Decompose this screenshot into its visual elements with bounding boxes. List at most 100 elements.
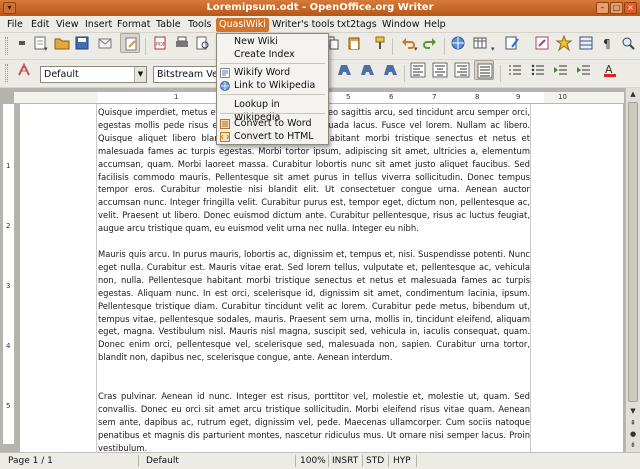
toolbar-grip[interactable] — [5, 64, 8, 82]
menu-item-create-index[interactable]: Create Index — [217, 48, 328, 61]
menu-item-link-to-wikipedia[interactable]: Link to Wikipedia — [217, 79, 328, 92]
decrease-indent-button[interactable] — [551, 60, 571, 80]
paste-button[interactable] — [344, 33, 364, 53]
underline-button[interactable] — [357, 60, 377, 80]
navigator-button[interactable] — [532, 33, 552, 53]
font-color-button[interactable]: A — [600, 60, 620, 80]
chevron-down-icon[interactable]: ▼ — [134, 67, 146, 82]
redo-button[interactable] — [420, 33, 440, 53]
zoom-level[interactable]: 100% — [300, 455, 326, 467]
ruler-number: 8 — [475, 93, 480, 101]
bullets-on-off-button[interactable] — [528, 60, 548, 80]
paragraph-style-value: Default — [44, 69, 79, 80]
window-title: Loremipsum.odt - OpenOffice.org Writer — [206, 2, 434, 13]
increase-indent-button[interactable] — [574, 60, 594, 80]
ruler-number: 10 — [558, 93, 567, 101]
font-name-select[interactable]: Bitstream Ve — [153, 66, 217, 83]
previous-page-icon[interactable]: ⇞ — [627, 418, 639, 429]
menu-txt2tags[interactable]: txt2tags — [334, 18, 380, 32]
scroll-thumb[interactable] — [628, 102, 638, 402]
shadow-button[interactable] — [380, 60, 400, 80]
insert-mode[interactable]: INSRT — [332, 455, 358, 467]
menu-item-new-wiki[interactable]: New Wiki — [217, 35, 328, 48]
print-button[interactable] — [172, 33, 192, 53]
menu-tools[interactable]: Tools — [185, 18, 214, 32]
menu-bar: File Edit View Insert Format Table Tools… — [0, 16, 640, 33]
justify-icon[interactable] — [474, 60, 494, 80]
align-center-icon[interactable] — [430, 60, 450, 80]
ruler-number: 2 — [6, 222, 11, 230]
scroll-down-icon[interactable]: ▼ — [627, 406, 639, 417]
menu-insert[interactable]: Insert — [82, 18, 115, 32]
toolbar-grip[interactable] — [5, 37, 8, 55]
menu-item-convert-to-html[interactable]: Convert to HTML — [217, 130, 328, 143]
table-button[interactable] — [470, 33, 490, 53]
vertical-ruler[interactable]: 1 2 3 4 5 — [3, 104, 14, 444]
menu-item-wikify-word[interactable]: Wikify Word — [217, 66, 328, 79]
gallery-button[interactable] — [554, 33, 574, 53]
html-icon — [220, 132, 230, 142]
zoom-button[interactable] — [618, 33, 638, 53]
menu-window[interactable]: Window — [379, 18, 422, 32]
ruler-number: 6 — [389, 93, 394, 101]
page-style[interactable]: Default — [146, 455, 179, 467]
align-right-icon[interactable] — [452, 60, 472, 80]
show-draw-functions-button[interactable] — [502, 33, 522, 53]
title-bar: ▾ Loremipsum.odt - OpenOffice.org Writer… — [0, 0, 640, 16]
document-paragraph[interactable]: Cras pulvinar. Aenean id nunc. Integer e… — [98, 390, 530, 452]
clone-formatting-button[interactable] — [370, 33, 390, 53]
document-page[interactable]: Quisque imperdiet, metus et cursus phare… — [20, 104, 623, 452]
ruler-number: 4 — [6, 342, 11, 350]
chevron-down-icon[interactable]: ▾ — [491, 45, 495, 53]
menu-help[interactable]: Help — [421, 18, 449, 32]
menu-item-convert-to-word[interactable]: Convert to Word — [217, 117, 328, 130]
ruler-number: 5 — [6, 402, 11, 410]
data-sources-button[interactable] — [576, 33, 596, 53]
minimize-button[interactable]: – — [596, 2, 609, 14]
word-icon — [220, 119, 230, 129]
ruler-number: 1 — [174, 93, 179, 101]
menu-view[interactable]: View — [53, 18, 82, 32]
export-pdf-button[interactable]: PDF — [150, 33, 170, 53]
paragraph-style-select[interactable]: Default ▼ — [40, 66, 147, 83]
chevron-down-icon[interactable]: ▾ — [414, 45, 418, 53]
hyperlink-mode[interactable]: HYP — [393, 455, 411, 467]
edit-file-button[interactable] — [120, 33, 140, 53]
scroll-up-icon[interactable]: ▲ — [627, 89, 639, 100]
vertical-scrollbar[interactable]: ▲ ▼ ⇞ ● ⇟ — [625, 88, 640, 452]
numbering-on-off-button[interactable] — [505, 60, 525, 80]
menu-table[interactable]: Table — [153, 18, 184, 32]
hyperlink-button[interactable] — [448, 33, 468, 53]
menu-file[interactable]: File — [4, 18, 26, 32]
svg-text:¶: ¶ — [603, 37, 611, 51]
email-button[interactable] — [95, 33, 115, 53]
navigation-icon[interactable]: ● — [627, 429, 639, 440]
menu-writers-tools[interactable]: Writer's tools — [269, 18, 338, 32]
nonprinting-characters-button[interactable]: ¶ — [598, 33, 618, 53]
page-indicator[interactable]: Page 1 / 1 — [8, 455, 53, 467]
ruler-number: 9 — [516, 93, 521, 101]
styles-formatting-button[interactable] — [14, 60, 34, 80]
ruler-number: 3 — [6, 282, 11, 290]
next-page-icon[interactable]: ⇟ — [627, 440, 639, 451]
menu-edit[interactable]: Edit — [28, 18, 52, 32]
save-button[interactable] — [72, 33, 92, 53]
open-folder-button[interactable] — [52, 33, 72, 53]
ruler-number: 1 — [6, 162, 11, 170]
quasiwiki-menu: New Wiki Create Index Wikify Word Link t… — [216, 33, 329, 145]
print-preview-button[interactable] — [192, 33, 212, 53]
ruler-number: 5 — [346, 93, 351, 101]
menu-item-lookup-in-wikipedia[interactable]: Lookup in Wikipedia — [217, 98, 328, 123]
align-left-icon[interactable] — [408, 60, 428, 80]
align-left-button[interactable] — [334, 60, 354, 80]
close-button[interactable]: × — [624, 2, 637, 14]
chevron-down-icon[interactable]: ▾ — [44, 45, 48, 53]
menu-format[interactable]: Format — [114, 18, 153, 32]
selection-mode[interactable]: STD — [366, 455, 384, 467]
document-paragraph[interactable]: Mauris quis arcu. In purus mauris, lobor… — [98, 248, 530, 364]
menu-quasiwiki[interactable]: QuasiWiki — [216, 18, 269, 32]
wikify-icon — [220, 68, 230, 78]
toolbar-options-button[interactable] — [12, 33, 32, 53]
maximize-button[interactable]: □ — [610, 2, 623, 14]
status-bar: Page 1 / 1 Default 100% INSRT STD HYP — [0, 452, 640, 469]
